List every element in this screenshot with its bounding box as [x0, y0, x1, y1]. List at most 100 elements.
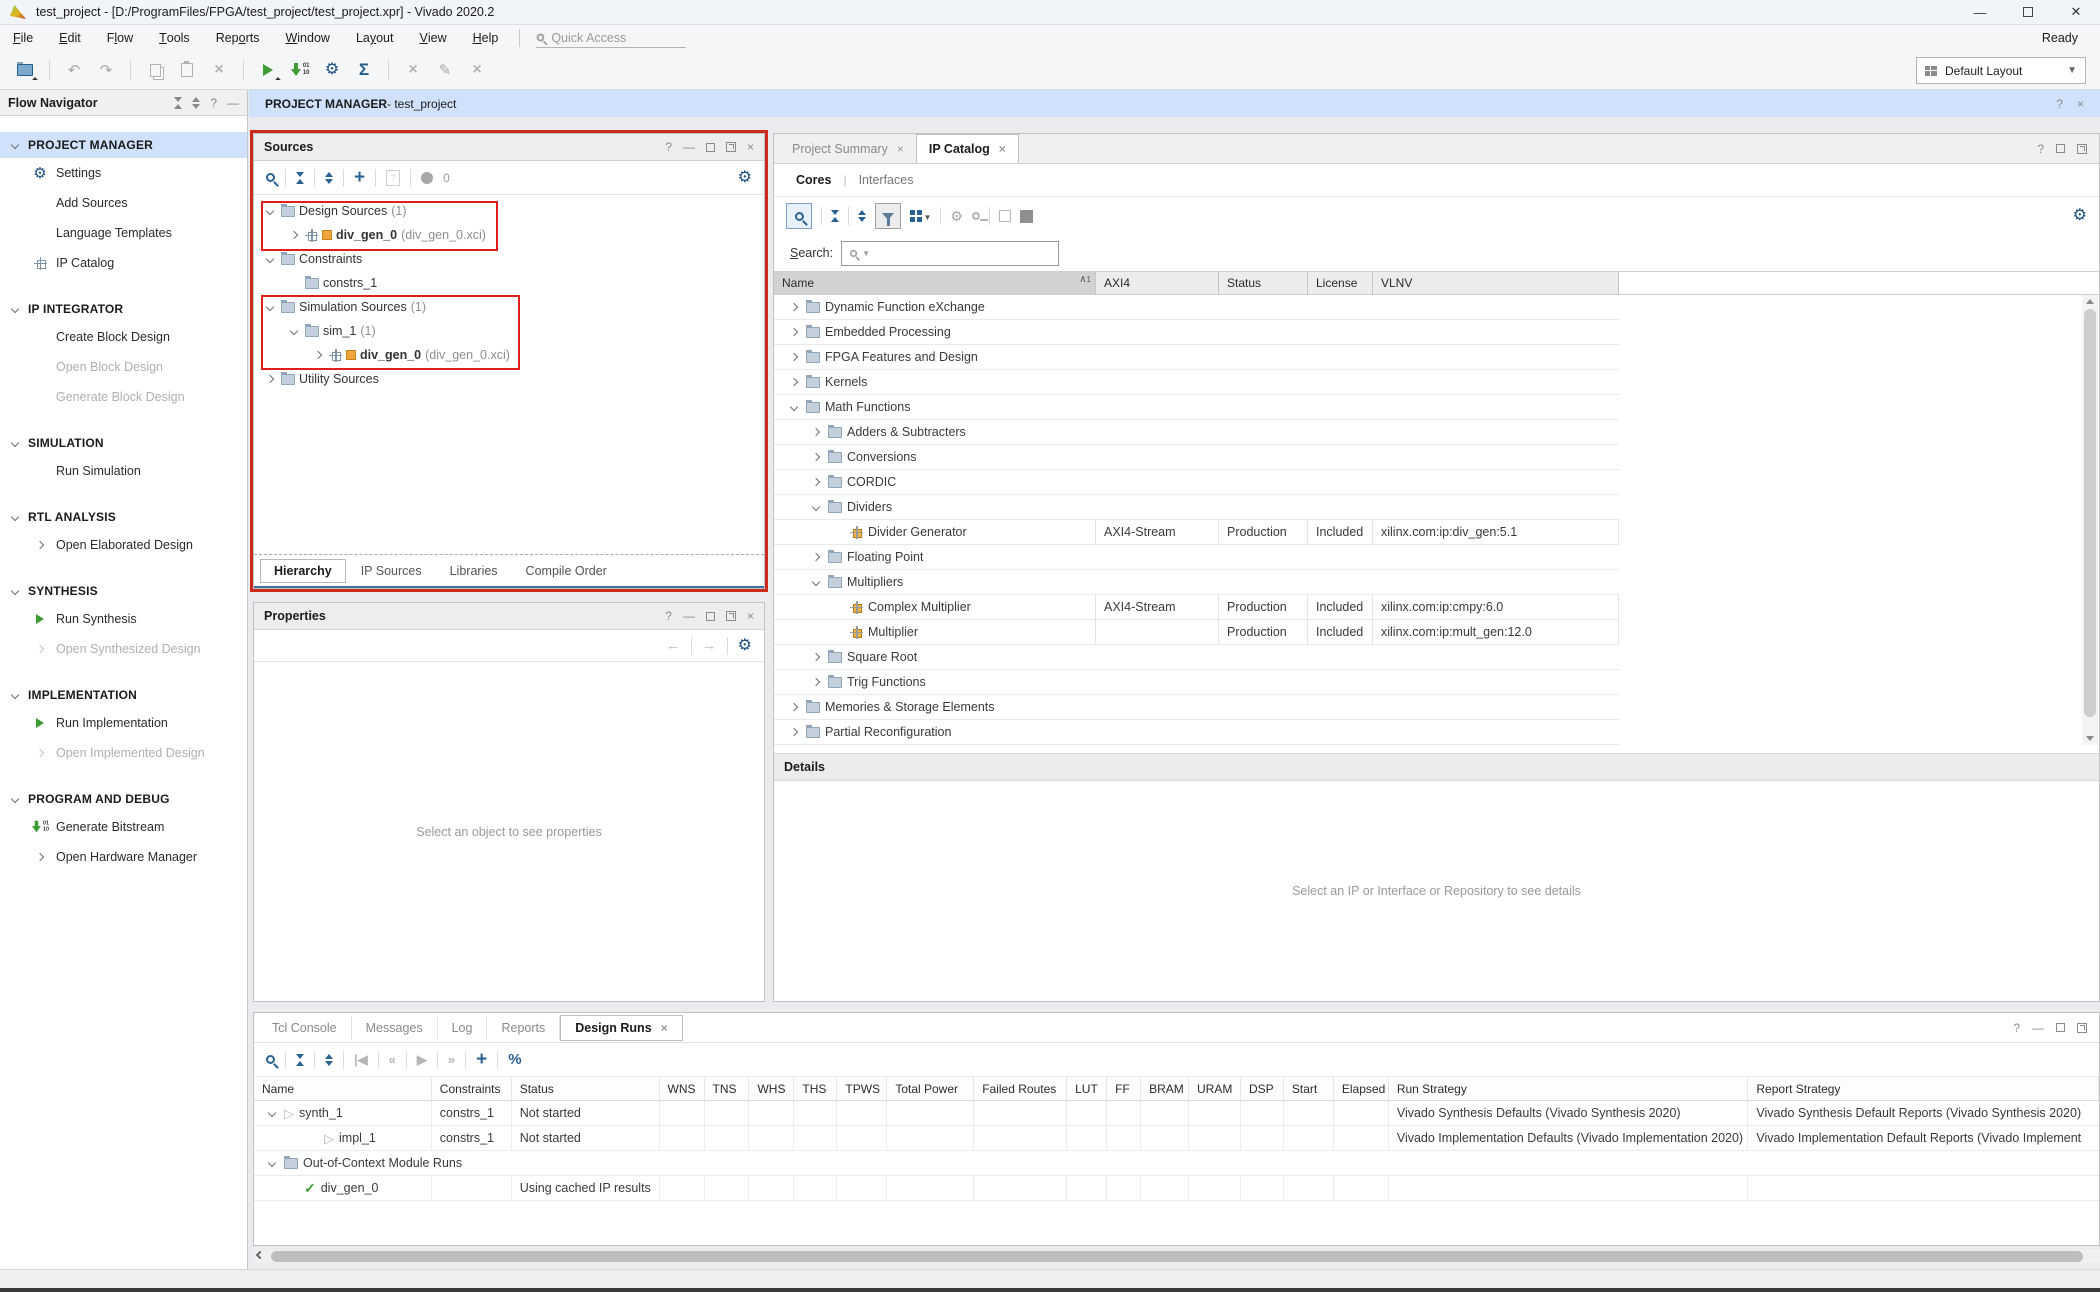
- column-header-lut[interactable]: LUT: [1067, 1077, 1107, 1100]
- catalog-category-adders-subtracters[interactable]: Adders & Subtracters: [774, 420, 1619, 445]
- menu-flow[interactable]: Flow: [94, 25, 146, 51]
- add-sources-icon[interactable]: +: [354, 168, 365, 187]
- results-tab-design-runs[interactable]: Design Runs×: [560, 1015, 682, 1041]
- run-row-impl-1[interactable]: ▷impl_1 constrs_1 Not started Vivado Imp…: [254, 1126, 2099, 1151]
- flownav-item-language-templates[interactable]: Language Templates: [0, 218, 247, 248]
- create-run-icon[interactable]: +: [476, 1050, 487, 1069]
- float-panel-icon[interactable]: [2077, 144, 2087, 154]
- tab-project-summary[interactable]: Project Summary×: [780, 134, 916, 163]
- copy-button[interactable]: [142, 57, 168, 83]
- cancel-run-button[interactable]: ×: [400, 57, 426, 83]
- back-icon[interactable]: ←: [666, 637, 681, 654]
- column-header-whs[interactable]: WHS: [749, 1077, 794, 1100]
- collapse-all-icon[interactable]: [831, 210, 839, 222]
- sources-tree-item-constraints[interactable]: Constraints: [254, 247, 764, 271]
- gear-icon[interactable]: ⚙: [2073, 208, 2087, 224]
- catalog-category-dynamic-function-exchange[interactable]: Dynamic Function eXchange: [774, 295, 1619, 320]
- search-toggle-button[interactable]: [786, 203, 812, 229]
- help-icon[interactable]: ?: [2013, 1021, 2020, 1035]
- flownav-item-open-elaborated-design[interactable]: Open Elaborated Design: [0, 530, 247, 560]
- previous-run-icon[interactable]: «: [389, 1052, 396, 1067]
- column-header-elapsed[interactable]: Elapsed: [1334, 1077, 1389, 1100]
- sources-tab-ip-sources[interactable]: IP Sources: [348, 560, 435, 582]
- column-header-failed-routes[interactable]: Failed Routes: [974, 1077, 1067, 1100]
- run-row-synth-1[interactable]: ▷synth_1 constrs_1 Not started Vivado Sy…: [254, 1101, 2099, 1126]
- results-tab-tcl-console[interactable]: Tcl Console: [258, 1016, 352, 1040]
- sources-tree-item-div-gen-0[interactable]: div_gen_0 (div_gen_0.xci): [254, 223, 764, 247]
- edit-disabled-button[interactable]: ✎: [432, 57, 458, 83]
- results-tab-reports[interactable]: Reports: [487, 1016, 560, 1040]
- expand-all-icon[interactable]: [325, 1054, 333, 1066]
- settings-button[interactable]: ⚙: [319, 57, 345, 83]
- expand-all-icon[interactable]: [858, 210, 866, 222]
- subtab-interfaces[interactable]: Interfaces: [859, 173, 914, 187]
- scrollbar-thumb[interactable]: [2084, 309, 2096, 717]
- ip-settings-chip-icon[interactable]: [999, 210, 1011, 222]
- tab-ip-catalog[interactable]: IP Catalog×: [916, 134, 1019, 163]
- close-icon[interactable]: ×: [999, 142, 1006, 156]
- float-panel-icon[interactable]: [2077, 1023, 2087, 1033]
- hide-incompatible-filter-button[interactable]: [875, 203, 901, 229]
- flownav-item-run-simulation[interactable]: Run Simulation: [0, 456, 247, 486]
- flownav-item-generate-bitstream[interactable]: 0110 Generate Bitstream: [0, 812, 247, 842]
- percent-icon[interactable]: %: [508, 1051, 521, 1068]
- undo-button[interactable]: ↶: [61, 57, 87, 83]
- first-run-icon[interactable]: |◀: [354, 1052, 368, 1068]
- scrollbar-thumb[interactable]: [271, 1251, 2083, 1262]
- maximize-button[interactable]: [2004, 0, 2052, 24]
- column-header-report-strategy[interactable]: Report Strategy: [1748, 1077, 2099, 1100]
- minimize-panel-icon[interactable]: —: [227, 96, 239, 110]
- catalog-category-square-root[interactable]: Square Root: [774, 645, 1619, 670]
- quick-access-input[interactable]: Quick Access: [536, 28, 686, 48]
- flownav-item-ip-catalog[interactable]: IP Catalog: [0, 248, 247, 278]
- column-header-start[interactable]: Start: [1284, 1077, 1334, 1100]
- results-tab-messages[interactable]: Messages: [352, 1016, 438, 1040]
- flownav-section-title-program-and-debug[interactable]: PROGRAM AND DEBUG: [0, 786, 247, 812]
- flownav-item-open-synthesized-design[interactable]: Open Synthesized Design: [0, 634, 247, 664]
- catalog-category-floating-point[interactable]: Floating Point: [774, 545, 1619, 570]
- sources-tree-item-simulation-sources[interactable]: Simulation Sources (1): [254, 295, 764, 319]
- menu-help[interactable]: Help: [460, 25, 512, 51]
- help-icon[interactable]: ?: [2037, 142, 2044, 156]
- column-header-wns[interactable]: WNS: [660, 1077, 705, 1100]
- catalog-category-embedded-processing[interactable]: Embedded Processing: [774, 320, 1619, 345]
- column-header-ths[interactable]: THS: [794, 1077, 837, 1100]
- catalog-category-conversions[interactable]: Conversions: [774, 445, 1619, 470]
- collapse-all-icon[interactable]: [296, 172, 304, 184]
- sources-tab-compile-order[interactable]: Compile Order: [513, 560, 620, 582]
- menu-edit[interactable]: Edit: [46, 25, 94, 51]
- catalog-ip-complex-multiplier[interactable]: Complex Multiplier AXI4-Stream Productio…: [774, 595, 1619, 620]
- abort-button[interactable]: ×: [464, 57, 490, 83]
- sources-tree-item-utility-sources[interactable]: Utility Sources: [254, 367, 764, 391]
- sources-tab-hierarchy[interactable]: Hierarchy: [260, 559, 346, 583]
- redo-button[interactable]: ↷: [93, 57, 119, 83]
- menu-window[interactable]: Window: [272, 25, 342, 51]
- close-panel-icon[interactable]: ×: [747, 140, 754, 154]
- column-header-total-power[interactable]: Total Power: [887, 1077, 974, 1100]
- menu-tools[interactable]: Tools: [146, 25, 203, 51]
- flownav-item-create-block-design[interactable]: Create Block Design: [0, 322, 247, 352]
- maximize-panel-icon[interactable]: [2056, 144, 2065, 153]
- search-icon[interactable]: [266, 173, 275, 182]
- catalog-category-dividers[interactable]: Dividers: [774, 495, 1619, 520]
- close-icon[interactable]: ×: [661, 1021, 668, 1035]
- minimize-panel-icon[interactable]: —: [2032, 1021, 2044, 1035]
- help-icon[interactable]: ?: [2056, 97, 2063, 111]
- flownav-item-generate-block-design[interactable]: Generate Block Design: [0, 382, 247, 412]
- expand-all-icon[interactable]: [192, 97, 200, 109]
- minimize-panel-icon[interactable]: —: [683, 609, 695, 623]
- sources-tree-item-constrs-1[interactable]: constrs_1: [254, 271, 764, 295]
- close-button[interactable]: ✕: [2052, 0, 2100, 24]
- catalog-category-memories-storage-elements[interactable]: Memories & Storage Elements: [774, 695, 1619, 720]
- repository-icon[interactable]: [1020, 210, 1033, 223]
- close-icon[interactable]: ×: [2077, 97, 2084, 111]
- expand-all-icon[interactable]: [325, 172, 333, 184]
- catalog-category-kernels[interactable]: Kernels: [774, 370, 1619, 395]
- column-header-bram[interactable]: BRAM: [1141, 1077, 1189, 1100]
- flownav-item-run-implementation[interactable]: Run Implementation: [0, 708, 247, 738]
- column-header-ff[interactable]: FF: [1107, 1077, 1141, 1100]
- column-header-tns[interactable]: TNS: [705, 1077, 750, 1100]
- play-run-icon[interactable]: ▶: [417, 1052, 427, 1068]
- catalog-ip-multiplier[interactable]: Multiplier Production Included xilinx.co…: [774, 620, 1619, 645]
- flownav-section-title-implementation[interactable]: IMPLEMENTATION: [0, 682, 247, 708]
